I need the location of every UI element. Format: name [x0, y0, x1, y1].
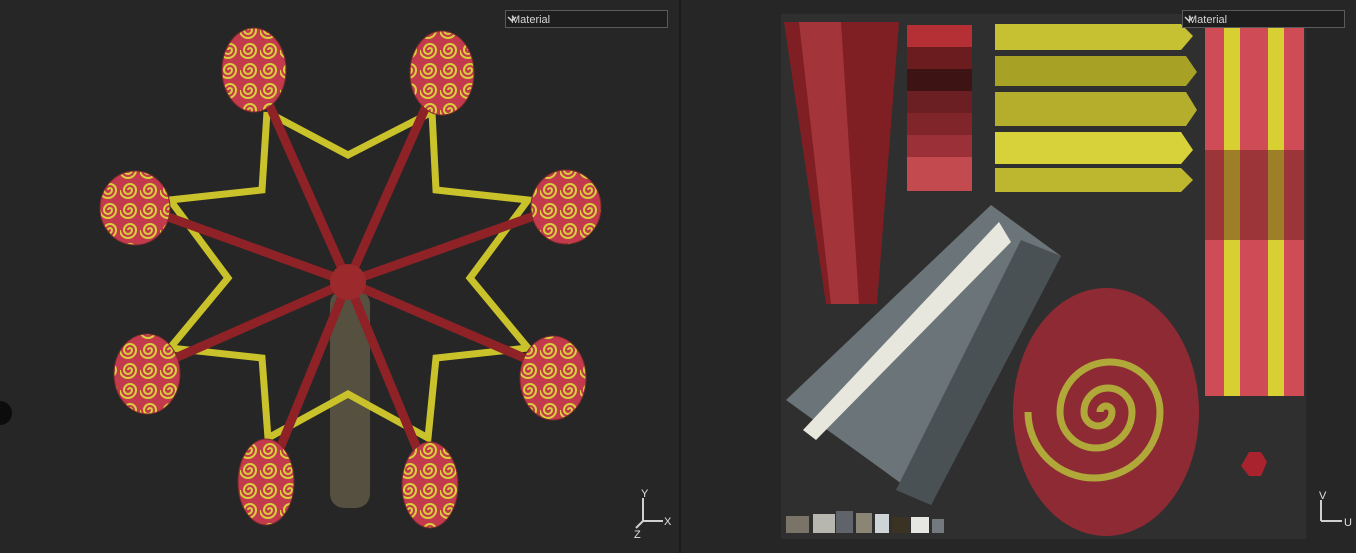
axis-z-label: Z — [634, 529, 641, 541]
viewport-uv[interactable]: V U Material — [681, 0, 1356, 553]
ferris-wheel-model: Y X Z — [0, 27, 672, 541]
viewport-3d[interactable]: Y X Z Material — [0, 0, 679, 553]
uv-texture-map: V U — [781, 14, 1352, 539]
uv-red-bars — [907, 25, 972, 191]
wheel-hub — [330, 264, 366, 300]
material-select[interactable]: Material — [505, 10, 668, 28]
material-select[interactable]: Material — [1182, 10, 1345, 28]
light-gizmo — [0, 401, 12, 425]
axis-gizmo-icon: V U — [1319, 490, 1352, 529]
axis-v-label: V — [1319, 490, 1327, 502]
axis-gizmo-icon: Y X Z — [634, 488, 672, 541]
axis-x-label: X — [664, 516, 672, 528]
axis-y-label: Y — [641, 488, 649, 500]
chevron-down-icon — [1184, 16, 1194, 23]
uv-striped-bar — [1205, 22, 1304, 396]
axis-u-label: U — [1344, 517, 1352, 529]
chevron-down-icon — [507, 16, 517, 23]
uv-cabin-island — [1013, 288, 1199, 536]
